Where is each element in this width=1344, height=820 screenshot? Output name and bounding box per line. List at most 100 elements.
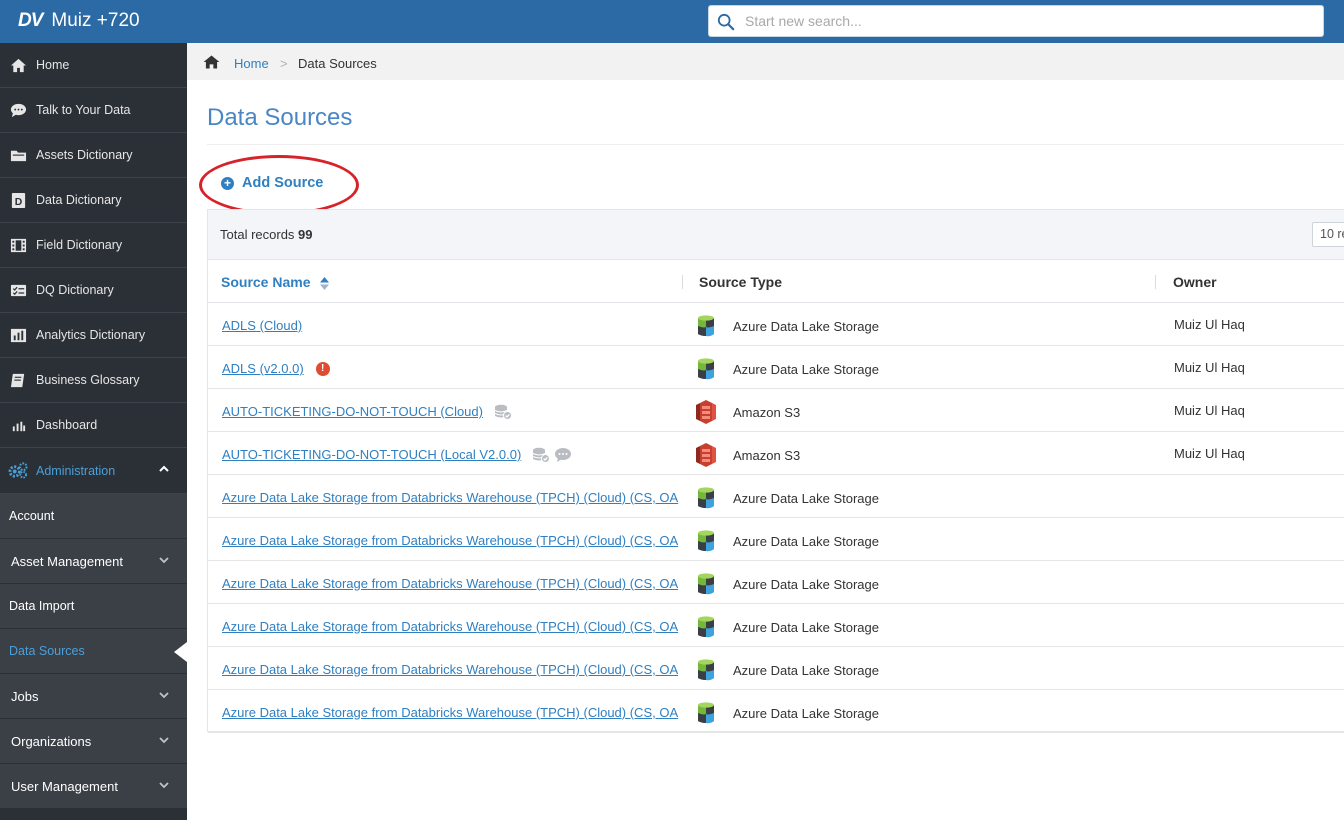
table-row[interactable]: Azure Data Lake Storage from Databricks … <box>208 561 1344 604</box>
chevron-down-icon[interactable] <box>157 778 171 792</box>
source-name-link[interactable]: Azure Data Lake Storage from Databricks … <box>222 490 678 505</box>
sidebar-subitem-data-sources[interactable]: Data Sources <box>0 629 187 674</box>
source-name-link[interactable]: Azure Data Lake Storage from Databricks … <box>222 662 678 677</box>
chevron-down-icon[interactable] <box>157 553 171 567</box>
brand[interactable]: DV Muiz +720 <box>18 8 140 34</box>
sidebar-subitem-label: Data Sources <box>9 644 85 658</box>
active-indicator <box>174 642 187 662</box>
checklist-icon <box>0 282 36 299</box>
sidebar-subitem-label: Data Import <box>9 599 75 613</box>
table-row[interactable]: Azure Data Lake Storage from Databricks … <box>208 647 1344 690</box>
source-name-cell: ADLS (Cloud) <box>222 317 682 334</box>
azure-data-lake-icon <box>698 659 714 681</box>
sidebar-item-label: Talk to Your Data <box>36 103 131 117</box>
table-row[interactable]: Azure Data Lake Storage from Databricks … <box>208 690 1344 733</box>
table-row[interactable]: AUTO-TICKETING-DO-NOT-TOUCH (Local V2.0.… <box>208 432 1344 475</box>
owner-cell: Muiz Ul Haq <box>1174 403 1245 418</box>
source-name-link[interactable]: Azure Data Lake Storage from Databricks … <box>222 705 678 720</box>
cogs-icon <box>0 462 36 479</box>
source-type-cell: Amazon S3 <box>696 443 800 467</box>
sidebar-item-dashboard[interactable]: Dashboard <box>0 403 187 448</box>
source-type-cell: Amazon S3 <box>696 400 800 424</box>
sidebar-item-business-glossary[interactable]: Business Glossary <box>0 358 187 403</box>
source-type-cell: Azure Data Lake Storage <box>696 615 879 639</box>
breadcrumb-separator: > <box>280 56 288 71</box>
source-name-cell: AUTO-TICKETING-DO-NOT-TOUCH (Cloud) <box>222 403 682 420</box>
source-name-link[interactable]: AUTO-TICKETING-DO-NOT-TOUCH (Local V2.0.… <box>222 447 521 462</box>
search-box[interactable] <box>708 5 1324 37</box>
source-name-link[interactable]: AUTO-TICKETING-DO-NOT-TOUCH (Cloud) <box>222 404 483 419</box>
sidebar-item-administration[interactable]: Administration <box>0 448 187 494</box>
azure-data-lake-icon <box>698 358 714 380</box>
sidebar-item-talk-to-your-data[interactable]: Talk to Your Data <box>0 88 187 133</box>
source-name-link[interactable]: Azure Data Lake Storage from Databricks … <box>222 619 678 634</box>
table-row[interactable]: Azure Data Lake Storage from Databricks … <box>208 475 1344 518</box>
sidebar-item-dq-dictionary[interactable]: DQ Dictionary <box>0 268 187 313</box>
column-header-source-name[interactable]: Source Name <box>221 274 330 290</box>
table-row[interactable]: Azure Data Lake Storage from Databricks … <box>208 518 1344 561</box>
sidebar-item-label: Business Glossary <box>36 373 140 387</box>
chevron-down-icon[interactable] <box>157 688 171 702</box>
azure-data-lake-icon <box>698 573 714 595</box>
source-type-cell: Azure Data Lake Storage <box>696 486 879 510</box>
source-name-cell: Azure Data Lake Storage from Databricks … <box>222 661 682 678</box>
add-source-button[interactable]: + Add Source <box>221 175 323 191</box>
total-records-count: 99 <box>298 227 313 242</box>
sidebar-subitem-data-import[interactable]: Data Import <box>0 584 187 629</box>
sidebar-item-home[interactable]: Home <box>0 43 187 88</box>
sidebar-item-label: Assets Dictionary <box>36 148 133 162</box>
data-dictionary-icon: D <box>0 192 36 209</box>
sidebar-item-label: Administration <box>36 463 116 478</box>
breadcrumb: Home > Data Sources <box>187 43 1344 80</box>
column-header-label: Source Name <box>221 274 311 290</box>
source-name-link[interactable]: Azure Data Lake Storage from Databricks … <box>222 576 678 591</box>
source-type-label: Amazon S3 <box>733 404 801 420</box>
sidebar-item-assets-dictionary[interactable]: Assets Dictionary <box>0 133 187 178</box>
film-icon <box>0 237 36 254</box>
source-name-link[interactable]: Azure Data Lake Storage from Databricks … <box>222 533 678 548</box>
warning-icon[interactable]: ! <box>315 361 330 376</box>
database-check-icon <box>494 404 512 420</box>
amazon-s3-icon <box>696 443 716 467</box>
column-header-owner[interactable]: Owner <box>1173 274 1217 290</box>
sidebar-subitem-organizations[interactable]: Organizations <box>0 719 187 764</box>
source-type-cell: Azure Data Lake Storage <box>696 701 879 725</box>
source-type-cell: Azure Data Lake Storage <box>696 314 879 338</box>
column-header-source-type[interactable]: Source Type <box>699 274 782 290</box>
source-name-cell: Azure Data Lake Storage from Databricks … <box>222 704 682 721</box>
azure-data-lake-icon <box>698 315 714 337</box>
search-icon <box>717 13 735 31</box>
table-row[interactable]: ADLS (v2.0.0)! Azure Data Lake Storage Mui… <box>208 346 1344 389</box>
source-type-label: Azure Data Lake Storage <box>733 705 879 721</box>
source-name-cell: Azure Data Lake Storage from Databricks … <box>222 532 682 549</box>
chat-icon <box>0 102 36 119</box>
sidebar-item-analytics-dictionary[interactable]: Analytics Dictionary <box>0 313 187 358</box>
table-row[interactable]: AUTO-TICKETING-DO-NOT-TOUCH (Cloud) Amazo… <box>208 389 1344 432</box>
per-page-select[interactable]: 10 re <box>1312 222 1344 247</box>
sidebar-item-label: Home <box>36 58 70 72</box>
sidebar-item-field-dictionary[interactable]: Field Dictionary <box>0 223 187 268</box>
sidebar-item-data-dictionary[interactable]: D Data Dictionary <box>0 178 187 223</box>
breadcrumb-home-link[interactable]: Home <box>234 56 269 71</box>
sidebar-item-label: DQ Dictionary <box>36 283 114 297</box>
azure-data-lake-icon <box>698 616 714 638</box>
sidebar-subitem-user-management[interactable]: User Management <box>0 764 187 809</box>
sort-icon[interactable] <box>320 276 330 290</box>
table-row[interactable]: ADLS (Cloud) Azure Data Lake Storage Muiz … <box>208 303 1344 346</box>
total-records-label: Total records <box>220 227 295 242</box>
source-type-cell: Azure Data Lake Storage <box>696 658 879 682</box>
sidebar-subitem-account[interactable]: Account <box>0 494 187 539</box>
column-divider <box>682 275 683 289</box>
home-icon[interactable] <box>203 55 220 69</box>
table-row[interactable]: Azure Data Lake Storage from Databricks … <box>208 604 1344 647</box>
sidebar-subitem-asset-management[interactable]: Asset Management <box>0 539 187 584</box>
chevron-down-icon[interactable] <box>157 733 171 747</box>
source-type-label: Azure Data Lake Storage <box>733 490 879 506</box>
source-name-link[interactable]: ADLS (v2.0.0) <box>222 361 304 376</box>
sidebar-item-label: Analytics Dictionary <box>36 328 146 342</box>
source-name-link[interactable]: ADLS (Cloud) <box>222 318 302 333</box>
chevron-up-icon[interactable] <box>157 462 171 476</box>
search-input[interactable] <box>745 6 1315 36</box>
sidebar-subitem-jobs[interactable]: Jobs <box>0 674 187 719</box>
sidebar-item-label: Dashboard <box>36 418 98 432</box>
